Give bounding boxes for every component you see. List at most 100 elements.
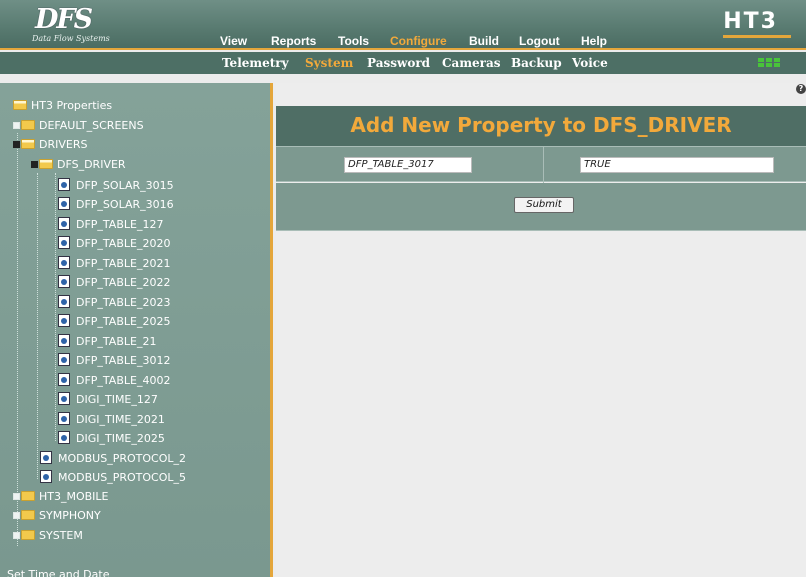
ht3-logo-underline [723,35,792,38]
nav-logout[interactable]: Logout [519,34,560,48]
tree-item[interactable]: DFP_TABLE_2022 [58,273,170,291]
tree-node-dfs-driver[interactable]: DFS_DRIVER [31,156,126,174]
property-doc-icon [58,178,70,191]
folder-open-icon [39,159,53,169]
tree-item[interactable]: DFP_SOLAR_3015 [58,176,174,194]
tree-item[interactable]: DFP_TABLE_4002 [58,371,170,389]
tree-node-label: SYSTEM [39,529,83,542]
nav-view[interactable]: View [220,34,247,48]
subnav-telemetry[interactable]: Telemetry [222,56,289,70]
collapse-minus-icon[interactable] [13,141,20,148]
tree-item[interactable]: DFP_TABLE_21 [58,332,156,350]
tree-item-label: DFP_TABLE_2023 [76,296,171,309]
tree-item[interactable]: DFP_TABLE_2025 [58,312,170,330]
tree-item[interactable]: DFP_TABLE_2021 [58,254,170,272]
tree-item[interactable]: DFP_TABLE_2020 [58,234,170,252]
tree-item-label: MODBUS_PROTOCOL_2 [58,452,186,465]
expand-plus-icon[interactable] [13,532,20,539]
folder-open-icon [21,139,35,149]
expand-plus-icon[interactable] [13,512,20,519]
tree-item-label: DFP_TABLE_127 [76,218,164,231]
folder-icon [21,510,35,520]
property-doc-icon [58,295,70,308]
property-doc-icon [58,197,70,210]
expand-plus-icon[interactable] [13,122,20,129]
tree-node-label: DFS_DRIVER [57,158,126,171]
tree-item-label: DIGI_TIME_2025 [76,432,165,445]
tree-node-ht3-mobile[interactable]: HT3_MOBILE [13,488,109,506]
tree-node-label: SYMPHONY [39,509,101,522]
property-doc-icon [58,275,70,288]
nav-reports[interactable]: Reports [271,34,316,48]
help-icon[interactable]: ? [796,84,806,94]
property-doc-icon [58,412,70,425]
tree-item-label: DFP_TABLE_2022 [76,276,171,289]
property-doc-icon [58,217,70,230]
subnav-voice[interactable]: Voice [572,56,608,70]
tree-node-label: HT3_MOBILE [39,490,109,503]
property-doc-icon [58,256,70,269]
nav-configure[interactable]: Configure [390,34,447,48]
form-separator [543,147,544,183]
tree-node-default-screens[interactable]: DEFAULT_SCREENS [13,117,144,135]
tree-item[interactable]: DIGI_TIME_2025 [58,429,165,447]
ht3-logo: HT3 [723,9,792,38]
nav-help[interactable]: Help [581,34,607,48]
property-doc-icon [58,334,70,347]
status-lights-icon [758,58,780,68]
submit-button[interactable]: Submit [514,197,574,213]
tree-item-label: DFP_TABLE_4002 [76,374,171,387]
subnav-password[interactable]: Password [367,56,430,70]
tree-item[interactable]: MODBUS_PROTOCOL_2 [40,449,186,467]
property-doc-icon [40,451,52,464]
nav-tools[interactable]: Tools [338,34,369,48]
tree-item[interactable]: DIGI_TIME_2021 [58,410,165,428]
logo-tagline: Data Flow Systems [32,34,110,43]
property-name-input[interactable]: DFP_TABLE_3017 [344,157,472,173]
property-tree-panel: HT3 Properties DEFAULT_SCREENS DRIVERS D… [0,83,273,577]
sub-nav: Telemetry System Password Cameras Backup… [0,52,806,74]
property-value-input[interactable]: TRUE [580,157,774,173]
tree-item-label: DFP_TABLE_2020 [76,237,171,250]
tree-node-symphony[interactable]: SYMPHONY [13,507,101,525]
nav-build[interactable]: Build [469,34,499,48]
tree-item-label: DFP_TABLE_2021 [76,257,171,270]
dfs-logo[interactable]: DFS Data Flow Systems [30,6,150,46]
tree-root[interactable]: HT3 Properties [13,97,112,115]
tree-node-system[interactable]: SYSTEM [13,527,83,545]
tree-item-label: DFP_SOLAR_3016 [76,198,174,211]
tree-node-label: DRIVERS [39,138,88,151]
property-doc-icon [58,392,70,405]
tree-item[interactable]: DFP_TABLE_127 [58,215,163,233]
folder-icon [21,120,35,130]
property-doc-icon [58,236,70,249]
tree-item[interactable]: DFP_TABLE_2023 [58,293,170,311]
tree-item-label: DFP_TABLE_2025 [76,315,171,328]
title-band: Add New Property to DFS_DRIVER [276,106,806,146]
expand-plus-icon[interactable] [13,493,20,500]
tree-node-label: DEFAULT_SCREENS [39,119,144,132]
tree-item-label: DIGI_TIME_2021 [76,413,165,426]
ht3-logo-text: HT3 [723,9,778,34]
tree-item[interactable]: DFP_TABLE_3012 [58,351,170,369]
tree-item-label: DFP_TABLE_21 [76,335,157,348]
folder-icon [21,530,35,540]
tree-guide [17,133,18,546]
subnav-system[interactable]: System [305,56,353,70]
property-form-row: DFP_TABLE_3017 TRUE [276,146,806,183]
subnav-cameras[interactable]: Cameras [442,56,501,70]
property-doc-icon [58,314,70,327]
tree-item[interactable]: DFP_SOLAR_3016 [58,195,174,213]
collapse-minus-icon[interactable] [31,161,38,168]
logo-mark: DFS [35,4,93,35]
submit-row: Submit [276,183,806,231]
tree-item[interactable]: DIGI_TIME_127 [58,390,158,408]
property-doc-icon [58,373,70,386]
set-time-and-date-link[interactable]: Set Time and Date [7,568,109,577]
subnav-backup[interactable]: Backup [511,56,562,70]
tree-item[interactable]: MODBUS_PROTOCOL_5 [40,468,186,486]
page-title: Add New Property to DFS_DRIVER [350,113,732,137]
top-header: DFS Data Flow Systems View Reports Tools… [0,0,806,50]
property-doc-icon [40,470,52,483]
tree-node-drivers[interactable]: DRIVERS [13,136,87,154]
